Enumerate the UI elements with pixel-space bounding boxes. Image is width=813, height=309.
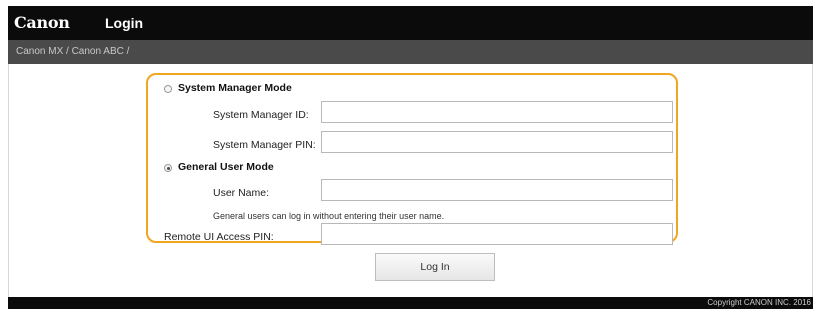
page-title: Login — [105, 15, 144, 31]
system-manager-id-label: System Manager ID: — [213, 109, 309, 121]
general-user-mode-radio[interactable] — [164, 164, 172, 172]
system-manager-mode-label[interactable]: System Manager Mode — [178, 82, 292, 94]
header-bar: Canon Login — [8, 6, 813, 40]
login-content: System Manager Mode System Manager ID: S… — [8, 64, 813, 297]
page: Canon Login Canon MX / Canon ABC / Syste… — [8, 6, 813, 309]
copyright-text: Copyright CANON INC. 2016 — [707, 298, 811, 307]
system-manager-mode-radio[interactable] — [164, 85, 172, 93]
user-name-label: User Name: — [213, 187, 270, 199]
system-manager-pin-label: System Manager PIN: — [213, 139, 316, 151]
user-name-field[interactable] — [321, 179, 673, 201]
remote-ui-pin-field[interactable] — [321, 223, 673, 245]
system-manager-pin-field[interactable] — [321, 131, 673, 153]
login-form-panel: System Manager Mode System Manager ID: S… — [146, 73, 678, 245]
general-user-note: General users can log in without enterin… — [213, 211, 445, 221]
general-user-mode-label[interactable]: General User Mode — [178, 161, 274, 173]
remote-ui-pin-label: Remote UI Access PIN: — [164, 231, 274, 243]
log-in-button[interactable]: Log In — [375, 253, 495, 281]
breadcrumb-bar: Canon MX / Canon ABC / — [8, 40, 813, 64]
canon-logo: Canon — [14, 13, 70, 32]
breadcrumb[interactable]: Canon MX / Canon ABC / — [16, 46, 129, 57]
footer-bar: Copyright CANON INC. 2016 — [8, 297, 813, 309]
system-manager-id-field[interactable] — [321, 101, 673, 123]
